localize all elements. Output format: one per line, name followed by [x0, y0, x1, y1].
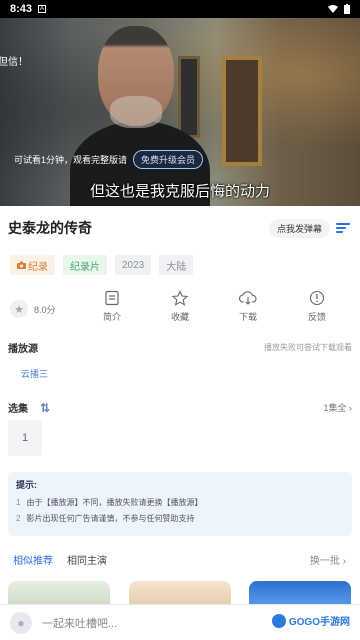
- favorite-label: 收藏: [170, 312, 189, 322]
- status-bar: 8:43 A: [0, 0, 360, 18]
- overlay-left-text: 但信！: [0, 57, 28, 68]
- document-icon: [105, 290, 119, 306]
- tag-item[interactable]: 纪录片: [63, 255, 107, 275]
- refresh-button[interactable]: 换一批 ›: [310, 552, 346, 567]
- trial-text: 可试看1分钟，观看完整版请: [14, 155, 128, 165]
- camera-icon: [17, 261, 26, 269]
- painting-frame: [222, 56, 262, 166]
- tag-list: 纪录 纪录片 2023 大陆: [10, 255, 194, 275]
- tips-line: 2 影片出现任何广告请谨慎，不参与任何赞助支持: [16, 514, 195, 523]
- episodes-count-text: 1集全: [323, 403, 347, 413]
- cloud-download-icon: [239, 291, 257, 305]
- person-beard: [110, 96, 162, 128]
- episodes-count[interactable]: 1集全 ›: [323, 401, 352, 414]
- tips-box: 提示: 1 由于【播放源】不同，播放失败请更换【播放源】 2 影片出现任何广告请谨慎…: [8, 472, 352, 536]
- recommend-list: [8, 581, 352, 609]
- feedback-button[interactable]: 反馈: [297, 290, 337, 323]
- source-label: 播放源: [8, 344, 38, 355]
- battery-icon: [344, 4, 350, 14]
- star-icon: [172, 290, 188, 306]
- action-row: ★ 8.0分 简介 收藏 下载 反馈: [0, 288, 360, 328]
- page-title: 史泰龙的传奇: [8, 220, 92, 236]
- logo-icon: [271, 613, 286, 628]
- episodes-header: 选集 ⇅ 1集全 ›: [8, 400, 352, 416]
- download-button[interactable]: 下载: [228, 290, 268, 323]
- tab-similar[interactable]: 相似推荐: [13, 552, 53, 567]
- avatar-icon: ●: [10, 611, 32, 634]
- recommend-tabs: 相似推荐 相同主演: [13, 552, 107, 567]
- source-header: 播放源 播放失败可尝试下载观看: [8, 340, 352, 355]
- trial-notice: 可试看1分钟，观看完整版请 免费升级会员: [14, 150, 204, 169]
- episode-item[interactable]: 1: [8, 420, 42, 456]
- tips-line-text: 影片出现任何广告请谨慎，不参与任何赞助支持: [26, 514, 195, 523]
- favorite-button[interactable]: 收藏: [160, 290, 200, 323]
- comment-input[interactable]: 一起来吐槽吧...: [42, 615, 117, 631]
- tag-item: 纪录: [10, 255, 55, 275]
- tips-title: 提示:: [16, 480, 37, 490]
- notification-a-icon: A: [38, 5, 47, 13]
- video-subtitle: 但这也是我克服后悔的动力: [89, 183, 270, 200]
- sort-icon[interactable]: ⇅: [40, 401, 50, 415]
- upgrade-vip-button[interactable]: 免费升级会员: [133, 150, 204, 169]
- refresh-label: 换一批: [309, 556, 340, 567]
- source-hint: 播放失败可尝试下载观看: [264, 343, 352, 352]
- rating: ★ 8.0分: [10, 300, 56, 318]
- rating-star-icon: ★: [10, 300, 28, 318]
- alert-circle-icon: [309, 290, 325, 306]
- source-option[interactable]: 云播三: [21, 367, 48, 380]
- logo-text: GOGO手游网: [288, 617, 350, 628]
- comment-bar: ● 一起来吐槽吧... GOGO手游网: [0, 604, 360, 640]
- intro-label: 简介: [102, 312, 121, 322]
- download-label: 下载: [238, 312, 257, 322]
- intro-button[interactable]: 简介: [92, 290, 132, 323]
- status-time: 8:43: [10, 3, 33, 15]
- feedback-label: 反馈: [307, 312, 326, 322]
- danmu-settings-icon[interactable]: [336, 222, 352, 234]
- title-row: 史泰龙的传奇 点我发弹幕: [8, 218, 352, 238]
- tag-item[interactable]: 2023: [115, 255, 152, 275]
- wifi-icon: [328, 5, 338, 13]
- tab-same-cast[interactable]: 相同主演: [67, 552, 107, 567]
- tag-label: 纪录: [28, 261, 48, 273]
- video-player[interactable]: 但信！ 可试看1分钟，观看完整版请 免费升级会员 但这也是我克服后悔的动力: [0, 18, 360, 206]
- video-person: [70, 26, 210, 206]
- tips-line: 1 由于【播放源】不同，播放失败请更换【播放源】: [16, 498, 203, 507]
- tag-item[interactable]: 大陆: [159, 255, 194, 275]
- tips-line-text: 由于【播放源】不同，播放失败请更换【播放源】: [26, 498, 203, 507]
- watermark-logo: GOGO手游网: [271, 613, 350, 628]
- send-danmu-button[interactable]: 点我发弹幕: [268, 218, 330, 238]
- episodes-label: 选集: [8, 404, 28, 415]
- rating-value: 8.0分: [34, 304, 56, 315]
